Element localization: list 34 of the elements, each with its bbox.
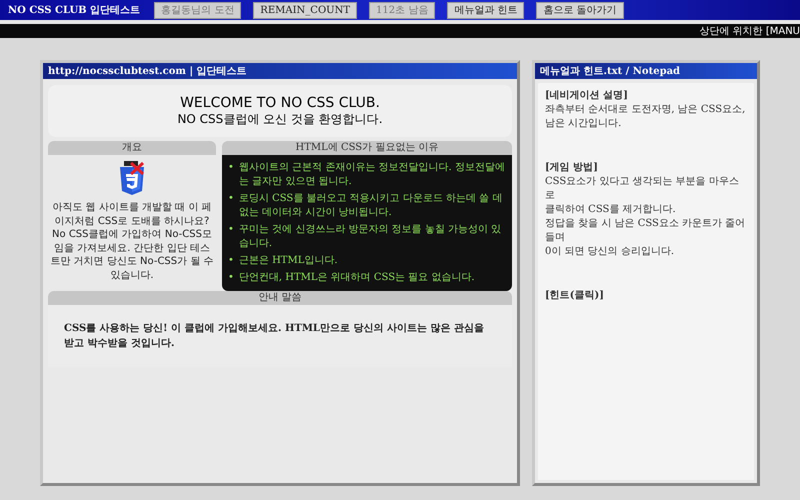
section-text: 정답을 찾을 시 남은 CSS요소 카운트가 줄어들며 xyxy=(545,217,746,245)
section-heading: [게임 방법] xyxy=(545,161,599,175)
overview-text: 아직도 웹 사이트를 개발할 때 이 페이지처럼 CSS로 도배를 하시나요? No CSS클럽에 가입하여 No-CSS모임을 가져보세요. 간단한 입단 테스트만 거치면 당신도 No-CSS가 될 수 있습니다. xyxy=(50,201,214,282)
nav-button[interactable]: 메뉴얼과 힌트 xyxy=(447,2,524,18)
site-title: NO CSS CLUB 입단테스트 xyxy=(8,4,140,17)
reason-item: 단언컨대, HTML은 위대하며 CSS는 필요 없습니다. xyxy=(238,271,475,285)
bullet-marker: • xyxy=(228,271,234,285)
section-heading: [네비게이션 설명] xyxy=(545,89,629,103)
nav-button[interactable]: REMAIN_COUNT xyxy=(253,2,357,18)
window-title: 메뉴얼과 힌트.txt / Notepad xyxy=(540,65,680,78)
reason-item: 로딩시 CSS를 불러오고 적용시키고 다운로드 하는데 쓸 데 없는 데이터와 시간이 낭비됩니다. xyxy=(238,192,504,220)
section-heading[interactable]: [힌트(클릭)] xyxy=(545,289,747,303)
section-text: 0이 되면 당신의 승리입니다. xyxy=(545,245,676,259)
welcome-subheading: NO CSS클럽에 오신 것을 환영합니다. xyxy=(177,110,383,128)
window-title: http://nocssclubtest.com | 입단테스트 xyxy=(48,65,247,78)
welcome-heading: WELCOME TO NO CSS CLUB. xyxy=(180,94,380,110)
reason-item: 꾸미는 것에 신경쓰느라 방문자의 정보를 놓칠 가능성이 있습니다. xyxy=(238,223,502,251)
notice-text: CSS를 사용하는 당신! 이 클럽에 가입해보세요. HTML만으로 당신의 사이트는 많은 관심을 받고 박수받을 것입니다. xyxy=(64,322,485,351)
reason-item: 웹사이트의 근본적 존재이유는 정보전달입니다. 정보전달에는 글자만 있으면 됩니다. xyxy=(238,161,506,189)
reason-item: 근본은 HTML입니다. xyxy=(238,254,338,268)
bullet-marker: • xyxy=(228,223,234,237)
panel-header: HTML에 CSS가 필요없는 이유 xyxy=(222,141,512,155)
section-text: 남은 시간입니다. xyxy=(545,117,622,131)
panel-header: 안내 말씀 xyxy=(48,291,512,305)
bullet-marker: • xyxy=(228,192,234,206)
bullet-marker: • xyxy=(228,161,234,175)
section-text: 클릭하여 CSS를 제거합니다. xyxy=(545,203,677,217)
bullet-marker: • xyxy=(228,254,234,268)
marquee-text: 상단에 위치한 [MANU xyxy=(699,25,800,38)
nav-button[interactable]: 홈으로 돌아가기 xyxy=(536,2,624,18)
section-text: 좌측부터 순서대로 도전자명, 남은 CSS요소, xyxy=(545,103,746,117)
panel-header: 개요 xyxy=(48,141,216,155)
crossed-css-shield-icon xyxy=(120,161,144,195)
section-text: CSS요소가 있다고 생각되는 부분을 마우스로 xyxy=(545,175,740,203)
